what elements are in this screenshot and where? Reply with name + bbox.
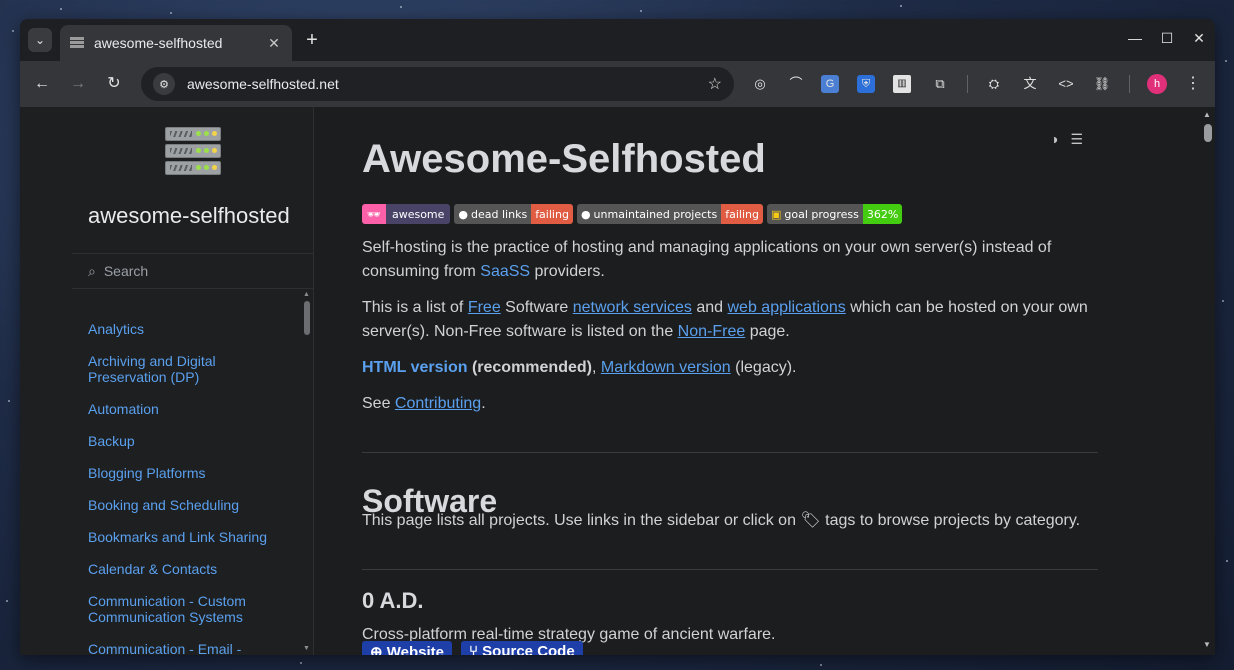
html-version-link[interactable]: HTML version (362, 359, 468, 376)
back-button[interactable]: ← (31, 73, 53, 95)
tab-title: awesome-selfhosted (94, 35, 223, 51)
sunglasses-icon: 🕶 (362, 204, 386, 224)
code-icon[interactable]: <> (1055, 73, 1077, 95)
non-free-link[interactable]: Non-Free (678, 323, 746, 340)
web-applications-link[interactable]: web applications (728, 299, 846, 316)
site-info-icon[interactable]: ⚙ (153, 73, 175, 95)
bitwarden-extension-icon[interactable]: ⛨ (857, 75, 875, 93)
intro-paragraph-2: This is a list of Free Software network … (362, 299, 1088, 340)
search-icon: ⌕ (88, 262, 96, 279)
search-box[interactable]: ⌕ (72, 253, 314, 289)
sidebar-item-blogging[interactable]: Blogging Platforms (88, 465, 298, 481)
tab-active[interactable]: awesome-selfhosted ✕ (60, 25, 292, 61)
dead-links-badge[interactable]: ● dead links failing (454, 204, 573, 224)
sidebar-item-communication-email[interactable]: Communication - Email - (88, 641, 298, 655)
scroll-down-arrow-icon[interactable]: ▼ (1203, 640, 1211, 649)
contributing-link[interactable]: Contributing (395, 395, 481, 412)
bookmark-star-icon[interactable]: ☆ (708, 74, 722, 94)
incognito-icon[interactable]: ⛭ (983, 73, 1005, 95)
toolbar-divider (967, 75, 968, 93)
puzzle-extensions-icon[interactable]: ⧉ (929, 73, 951, 95)
github-icon: ● (458, 207, 469, 221)
search-input[interactable] (103, 263, 284, 279)
scrollbar-thumb[interactable] (1204, 124, 1212, 142)
github-icon: ● (580, 207, 591, 221)
git-branch-icon: ⑂ (469, 643, 483, 655)
close-icon[interactable]: ✕ (266, 35, 282, 52)
link-icon[interactable]: ⛓ (1091, 73, 1113, 95)
table-of-contents-icon[interactable]: ☰ (1070, 131, 1083, 148)
globe-icon: ⊕ (370, 644, 387, 655)
divider (362, 452, 1098, 453)
target-extension-icon[interactable]: ◎ (749, 73, 771, 95)
chevron-down-icon: ⌄ (34, 33, 46, 47)
contributing-paragraph: See Contributing. (362, 395, 486, 412)
profile-avatar[interactable]: h (1147, 74, 1167, 94)
toolbar: ← → ↻ ⚙ awesome-selfhosted.net ☆ ◎ ⌒ G ⛨… (20, 61, 1215, 107)
notion-extension-icon[interactable]: ▥ (893, 75, 911, 93)
address-bar[interactable]: ⚙ awesome-selfhosted.net ☆ (141, 67, 734, 101)
network-services-link[interactable]: network services (573, 299, 692, 316)
forward-button[interactable]: → (67, 73, 89, 95)
page-title: Awesome-Selfhosted (362, 137, 766, 181)
sidebar-item-bookmarks[interactable]: Bookmarks and Link Sharing (88, 529, 298, 545)
sidebar-item-communication-custom[interactable]: Communication - Custom Communication Sys… (88, 593, 298, 625)
sidebar-item-booking[interactable]: Booking and Scheduling (88, 497, 298, 513)
saass-link[interactable]: SaaSS (480, 263, 530, 280)
maximize-button[interactable]: ☐ (1157, 30, 1177, 47)
divider (362, 569, 1098, 570)
tab-search-button[interactable]: ⌄ (28, 28, 52, 52)
tab-strip: ⌄ awesome-selfhosted ✕ + — ☐ ✕ (20, 19, 1215, 61)
toolbar-divider (1129, 75, 1130, 93)
sidebar-item-backup[interactable]: Backup (88, 433, 298, 449)
translate-icon[interactable]: 文 (1019, 73, 1041, 95)
awesome-badge[interactable]: 🕶 awesome (362, 204, 451, 224)
versions-paragraph: HTML version (recommended), Markdown ver… (362, 359, 797, 376)
markdown-version-link[interactable]: Markdown version (601, 359, 731, 376)
scroll-up-arrow-icon[interactable]: ▲ (1203, 110, 1211, 119)
intro-paragraph-1: Self-hosting is the practice of hosting … (362, 239, 1052, 280)
sidebar: awesome-selfhosted ⌕ ▲ ▼ Analytics Archi… (20, 107, 314, 655)
project-name: 0 A.D. (362, 588, 424, 613)
new-tab-button[interactable]: + (300, 29, 324, 53)
browser-window: ⌄ awesome-selfhosted ✕ + — ☐ ✕ ← → ↻ ⚙ a… (20, 19, 1215, 655)
scroll-down-arrow-icon[interactable]: ▼ (303, 645, 310, 652)
server-logo-icon (165, 127, 221, 178)
reload-button[interactable]: ↻ (103, 73, 125, 95)
server-favicon-icon (70, 37, 84, 49)
close-window-button[interactable]: ✕ (1189, 30, 1209, 47)
url-text[interactable]: awesome-selfhosted.net (187, 76, 708, 92)
badge-row: 🕶 awesome ● dead links failing ● unmaintai… (362, 204, 903, 224)
menu-kebab-icon[interactable]: ⋮ (1182, 73, 1204, 95)
translate-extension-icon[interactable]: G (821, 75, 839, 93)
page-scrollbar[interactable]: ▲ ▼ (1200, 107, 1215, 655)
page-viewport: awesome-selfhosted ⌕ ▲ ▼ Analytics Archi… (20, 107, 1215, 655)
minimize-button[interactable]: — (1125, 30, 1145, 46)
unmaintained-badge[interactable]: ● unmaintained projects failing (576, 204, 763, 224)
website-button[interactable]: ⊕ Website (362, 641, 452, 655)
liberapay-icon: ▣ (770, 207, 782, 221)
source-code-button[interactable]: ⑂ Source Code (461, 641, 583, 655)
site-name[interactable]: awesome-selfhosted (88, 203, 290, 229)
tag-icon: 🏷 (800, 512, 821, 529)
sidebar-scrollbar[interactable] (304, 301, 310, 335)
category-list: Analytics Archiving and Digital Preserva… (88, 321, 298, 655)
software-description: This page lists all projects. Use links … (362, 512, 1081, 529)
sidebar-item-calendar[interactable]: Calendar & Contacts (88, 561, 298, 577)
sidebar-item-analytics[interactable]: Analytics (88, 321, 298, 337)
sidebar-item-archiving[interactable]: Archiving and Digital Preservation (DP) (88, 353, 298, 385)
rainbow-extension-icon[interactable]: ⌒ (785, 73, 807, 95)
scroll-up-arrow-icon[interactable]: ▲ (303, 291, 310, 298)
goal-progress-badge[interactable]: ▣ goal progress 362% (766, 204, 903, 224)
page-tools: ◑ ☰ (1050, 131, 1083, 148)
sidebar-item-automation[interactable]: Automation (88, 401, 298, 417)
contrast-toggle-icon[interactable]: ◑ (1050, 131, 1058, 148)
free-link[interactable]: Free (468, 299, 501, 316)
